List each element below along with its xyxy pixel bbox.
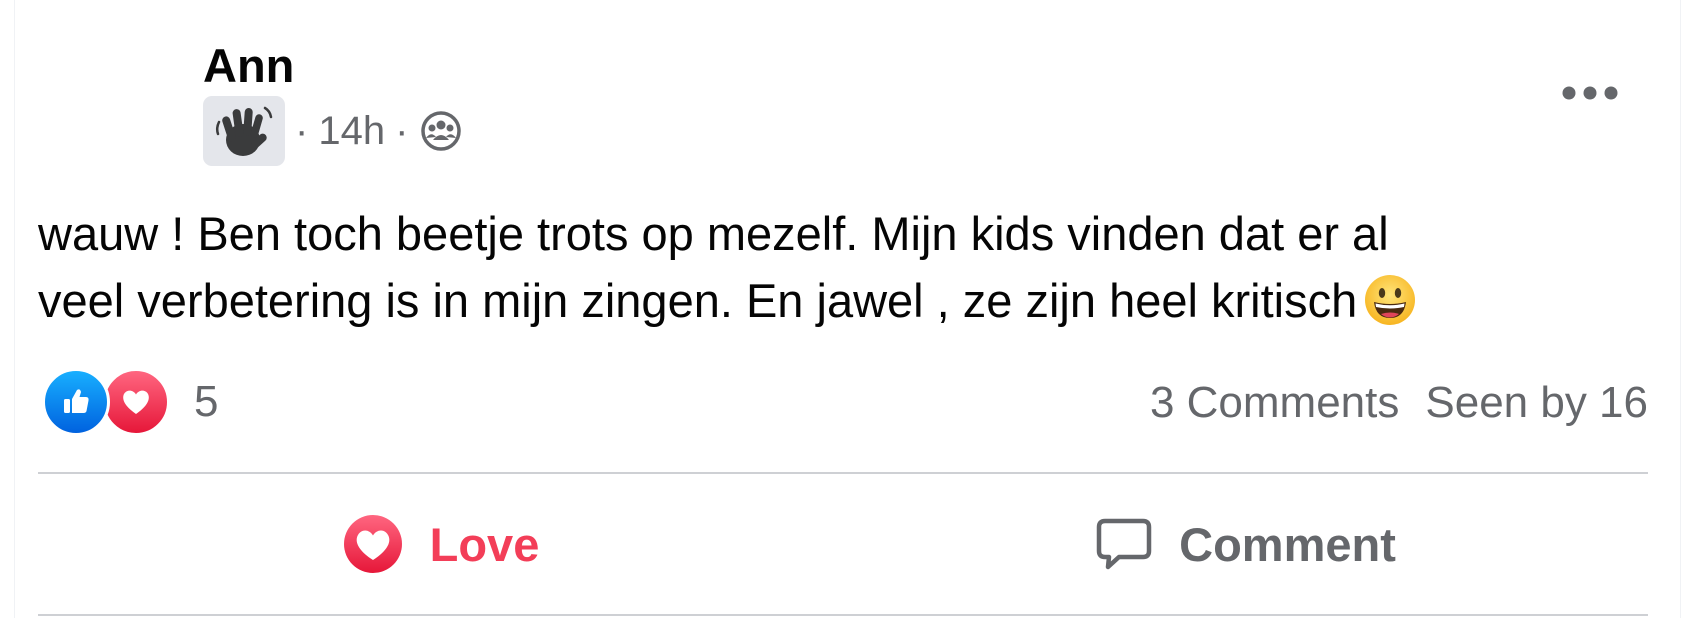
- post-text-line: veel verbetering is in mijn zingen. En j…: [38, 267, 1658, 344]
- love-button[interactable]: Love: [38, 474, 843, 614]
- post-stats: 5 3 Comments Seen by 16: [38, 360, 1648, 440]
- love-reaction-icon: [102, 368, 170, 436]
- post-text-content: veel verbetering is in mijn zingen. En j…: [38, 274, 1358, 327]
- action-bar: Love Comment: [38, 474, 1648, 614]
- comment-bubble-icon: [1096, 518, 1152, 570]
- love-icon: [343, 515, 402, 573]
- meta-separator: ·: [295, 108, 309, 153]
- post-text-line: wauw ! Ben toch beetje trots op mezelf. …: [38, 207, 1389, 260]
- waving-hand-icon: [215, 106, 273, 156]
- waving-hand-badge[interactable]: [203, 96, 285, 166]
- post-time[interactable]: 14h: [318, 109, 385, 154]
- group-audience-icon: [420, 110, 462, 152]
- seen-by-link[interactable]: Seen by 16: [1425, 378, 1648, 428]
- post-body: wauw ! Ben toch beetje trots op mezelf. …: [38, 200, 1658, 344]
- meta-separator: ·: [395, 108, 409, 153]
- grinning-face-emoji: [1363, 273, 1417, 344]
- reaction-summary[interactable]: 5: [42, 368, 218, 436]
- author-name[interactable]: Ann: [203, 38, 294, 93]
- engagement-stats: 3 Comments Seen by 16: [1150, 378, 1648, 428]
- comment-button[interactable]: Comment: [843, 474, 1648, 614]
- reaction-count: 5: [194, 377, 219, 426]
- more-dots-icon: [1562, 86, 1618, 100]
- love-button-label: Love: [429, 517, 540, 571]
- more-options-button[interactable]: [1555, 70, 1625, 116]
- divider: [38, 614, 1648, 616]
- like-reaction-icon: [42, 368, 110, 436]
- post-meta: · 14h ·: [203, 96, 462, 166]
- comment-button-label: Comment: [1179, 517, 1396, 571]
- post-header: Ann · 14h ·: [0, 0, 1694, 180]
- comments-count-link[interactable]: 3 Comments: [1150, 378, 1399, 428]
